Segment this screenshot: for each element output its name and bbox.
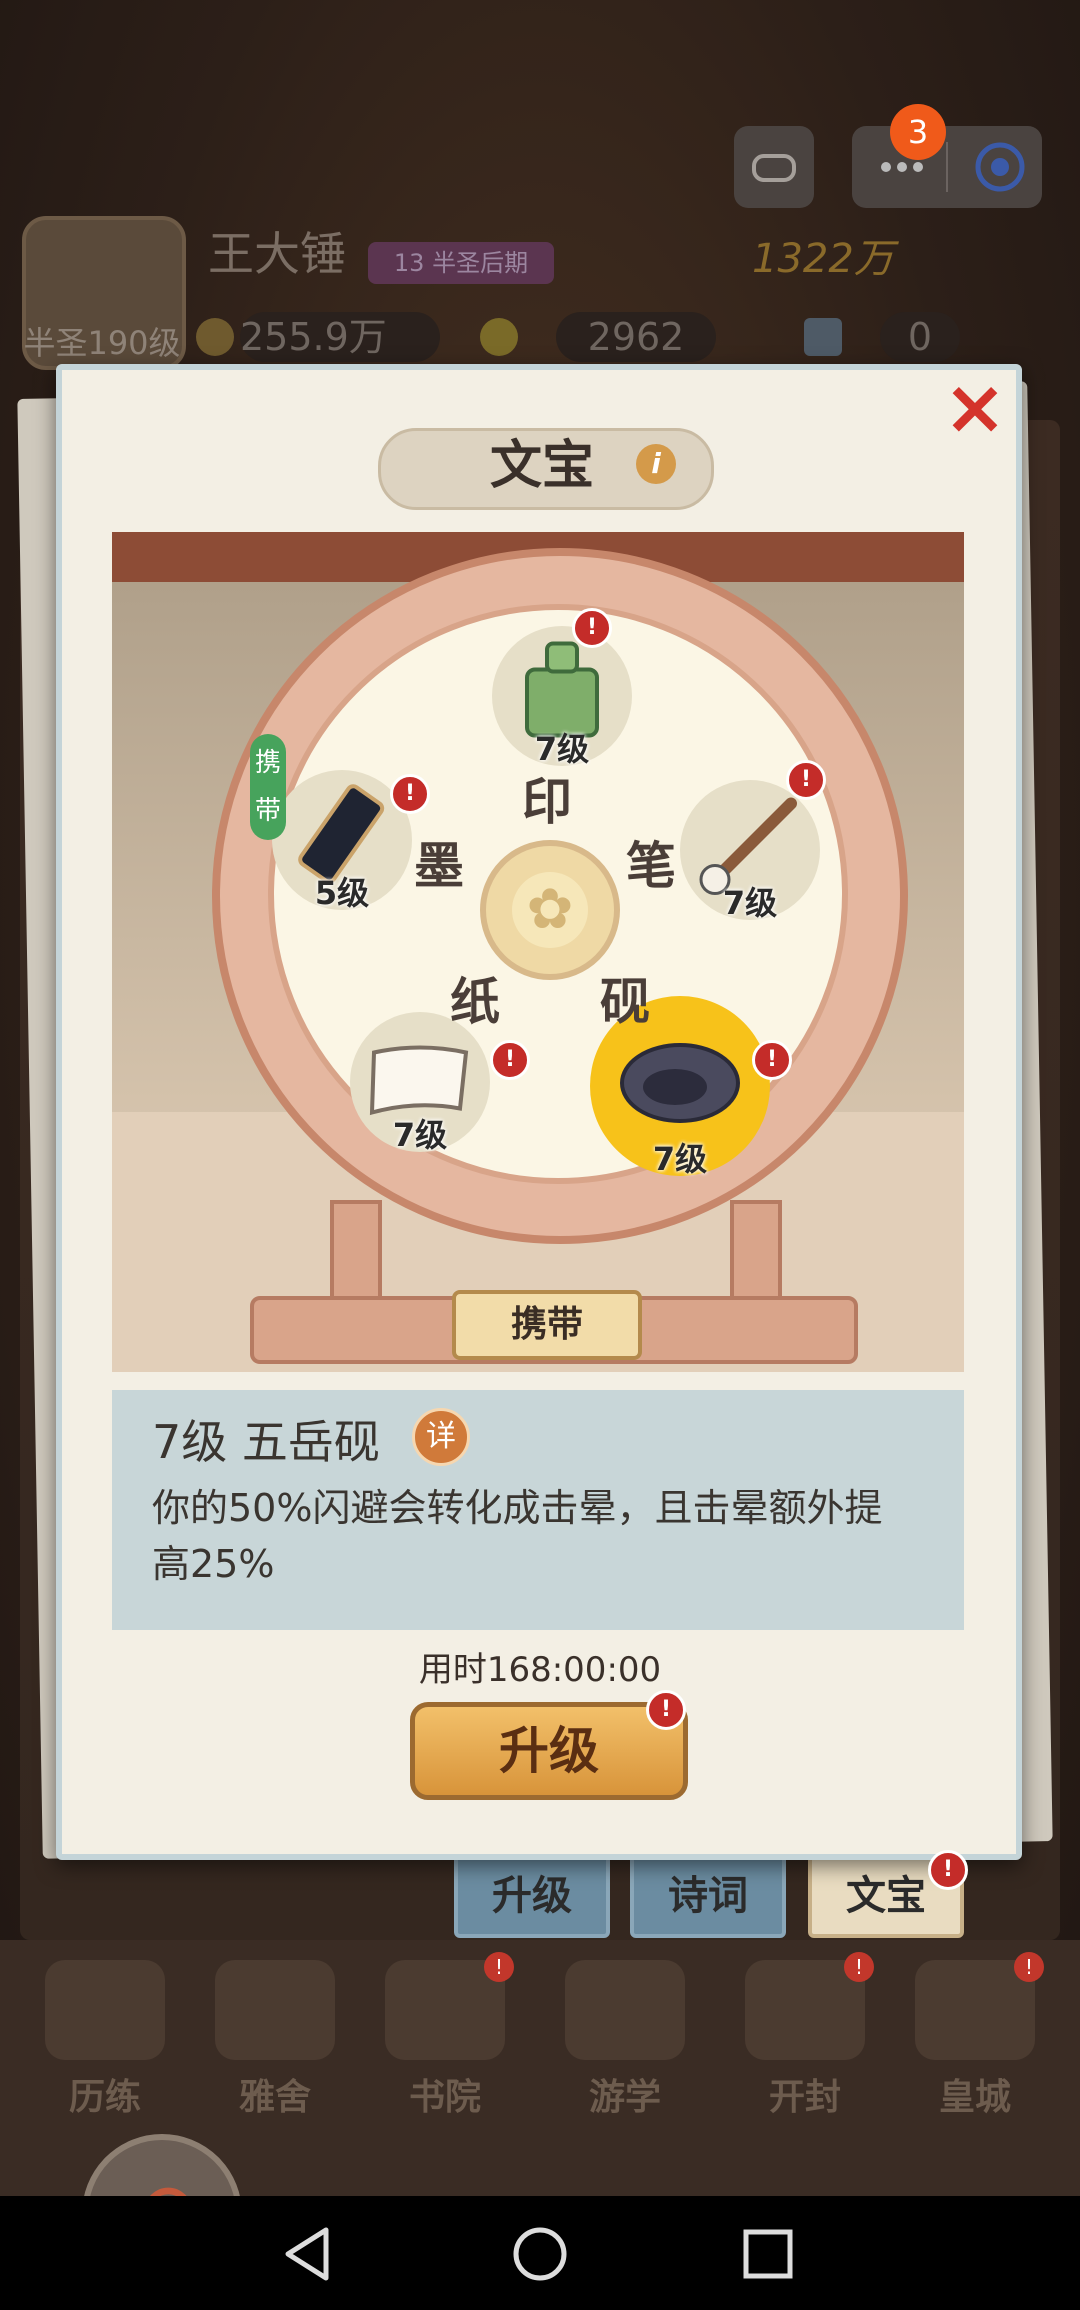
flower-icon: ✿: [512, 872, 588, 948]
upgrade-time: 用时168:00:00: [418, 1650, 662, 1690]
gold-ingot-icon: [480, 318, 518, 356]
info-icon[interactable]: i: [636, 444, 676, 484]
alert-badge: !: [752, 1040, 792, 1080]
teapot-icon: [215, 1960, 335, 2060]
nav-travel[interactable]: 游学: [550, 1960, 700, 2120]
item-title: 7级 五岳砚: [152, 1415, 380, 1469]
rank-badge: 13 半圣后期: [368, 242, 554, 284]
alert-badge: !: [484, 1952, 514, 1982]
item-description: 你的50%闪避会转化成击晕，且击晕额外提高25%: [152, 1486, 883, 1586]
recents-square-icon[interactable]: [738, 2224, 798, 2284]
back-triangle-icon[interactable]: [278, 2224, 338, 2284]
player-name: 王大锤: [208, 227, 346, 281]
carried-tag: 携带: [250, 734, 286, 840]
alert-badge: !: [844, 1952, 874, 1982]
slot-brush[interactable]: 7级: [680, 780, 820, 922]
gamepad-button[interactable]: [734, 126, 814, 208]
inkstone-icon: [620, 1043, 740, 1123]
slot-seal[interactable]: 7级: [492, 626, 632, 768]
paper-scroll-icon: [369, 1045, 469, 1116]
coin-icon: [196, 318, 234, 356]
ticket-icon: [804, 318, 842, 356]
gamepad-icon: [752, 154, 796, 182]
home-circle-icon[interactable]: [510, 2224, 570, 2284]
nav-training[interactable]: 历练: [30, 1960, 180, 2120]
miniprogram-capsule[interactable]: [852, 126, 1042, 208]
tab-poetry[interactable]: 诗词: [630, 1854, 786, 1938]
slot-label-ink: 墨: [414, 837, 464, 895]
tab-upgrade[interactable]: 升级: [454, 1854, 610, 1938]
notification-badge: 3: [890, 104, 946, 160]
carry-button[interactable]: 携带: [452, 1290, 642, 1360]
alert-badge: !: [390, 774, 430, 814]
more-icon: [881, 142, 1025, 192]
alert-badge: !: [490, 1040, 530, 1080]
slot-label-inkstone: 砚: [600, 973, 650, 1031]
slot-label-paper: 纸: [450, 973, 500, 1031]
nav-academy[interactable]: 书院 !: [370, 1952, 520, 2120]
fan-icon: [45, 1960, 165, 2060]
item-description-panel: 7级 五岳砚 详 你的50%闪避会转化成击晕，且击晕额外提高25%: [112, 1390, 964, 1630]
avatar-level-label: 半圣190级: [23, 324, 181, 362]
ingot-amount: 2962: [556, 312, 716, 362]
nav-kaifeng[interactable]: 开封 !: [730, 1952, 880, 2120]
alert-badge: !: [1014, 1952, 1044, 1982]
center-medallion: ✿: [480, 840, 620, 980]
ticket-amount: 0: [880, 312, 960, 362]
slot-label-brush: 笔: [626, 837, 676, 895]
alert-badge: !: [928, 1850, 968, 1890]
alert-badge: !: [786, 760, 826, 800]
alert-badge: !: [572, 608, 612, 648]
power-value: 1322万: [752, 236, 894, 282]
dialog-title: 文宝: [490, 436, 595, 496]
nav-teahouse[interactable]: 雅舍: [200, 1960, 350, 2120]
slot-label-seal: 印: [522, 773, 572, 831]
detail-button[interactable]: 详: [412, 1408, 470, 1466]
close-button[interactable]: ×: [940, 369, 1010, 445]
nav-imperial-city[interactable]: 皇城 !: [900, 1952, 1050, 2120]
mountain-icon: [565, 1960, 685, 2060]
coin-amount: 255.9万: [240, 312, 440, 362]
alert-badge: !: [646, 1690, 686, 1730]
